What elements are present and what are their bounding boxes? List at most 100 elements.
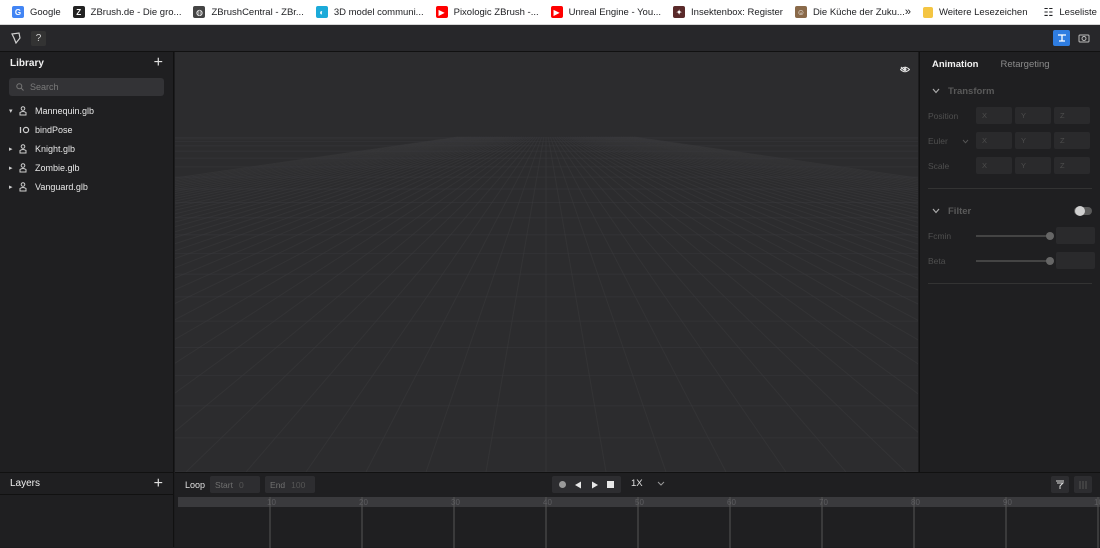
filter-slider[interactable] xyxy=(976,256,1054,265)
folder-icon xyxy=(922,6,933,18)
reading-list-button[interactable]: ☷ Leseliste xyxy=(1044,6,1097,19)
globe-icon: ◍ xyxy=(193,6,206,18)
library-item[interactable]: ▾ Mannequin.glb xyxy=(0,102,173,121)
bookmark-item[interactable]: ✦ Insektenbox: Register xyxy=(673,6,783,18)
axis-input[interactable]: Y xyxy=(1015,157,1051,174)
axis-input[interactable]: X xyxy=(976,157,1012,174)
youtube-icon: ▶ xyxy=(550,6,563,18)
bookmark-item[interactable]: ☺ Die Küche der Zuku... xyxy=(794,6,905,18)
filter-row: Beta xyxy=(920,248,1100,273)
bookmark-item[interactable]: G Google xyxy=(12,6,61,18)
chevron-down-icon xyxy=(932,208,940,214)
library-item[interactable]: bindPose xyxy=(0,121,173,140)
expand-caret-icon[interactable]: ▸ xyxy=(9,183,19,191)
sketchfab-icon: ◐ xyxy=(315,6,328,18)
bookmark-item[interactable]: Z ZBrush.de - Die gro... xyxy=(72,6,181,18)
ruler-tick-label: 60 xyxy=(727,498,736,507)
timeline-settings-button[interactable] xyxy=(1074,476,1092,493)
pose-icon xyxy=(19,126,31,134)
help-icon[interactable]: ? xyxy=(31,30,46,46)
bookmarks-right: » Weitere Lesezeichen ☷ Leseliste xyxy=(905,6,1100,19)
filter-title: Filter xyxy=(948,205,972,217)
app-toolbar: ? xyxy=(0,25,1100,52)
ruler-tick-label: 40 xyxy=(543,498,552,507)
other-bookmarks-button[interactable]: Weitere Lesezeichen xyxy=(922,6,1028,18)
play-button[interactable] xyxy=(591,481,599,489)
library-panel: Library + Search ▾ Mannequin.glb bindPose ▸… xyxy=(0,52,174,472)
start-frame-field[interactable]: Start 0 xyxy=(210,476,261,493)
stop-button[interactable] xyxy=(606,481,614,488)
axis-input[interactable]: Y xyxy=(1015,107,1051,124)
end-frame-field[interactable]: End 100 xyxy=(265,476,316,493)
library-item[interactable]: ▸ Zombie.glb xyxy=(0,158,173,177)
grid-line xyxy=(578,136,918,269)
start-value: 0 xyxy=(238,479,244,490)
bookmark-item[interactable]: ▶ Unreal Engine - You... xyxy=(550,6,662,18)
end-value: 100 xyxy=(291,479,306,490)
bookmark-label: Die Küche der Zuku... xyxy=(812,6,905,18)
record-button[interactable] xyxy=(559,481,567,488)
transform-section-header[interactable]: Transform xyxy=(920,79,1100,103)
keyframe-filter-button[interactable] xyxy=(1051,476,1069,493)
library-list: ▾ Mannequin.glb bindPose ▸ Knight.glb ▸ Zombie… xyxy=(0,102,173,196)
bookmark-label: Unreal Engine - You... xyxy=(568,6,662,18)
grid-line xyxy=(175,136,520,304)
bookmark-item[interactable]: ◍ ZBrushCentral - ZBr... xyxy=(193,6,304,18)
loop-toggle[interactable]: Loop xyxy=(185,480,205,490)
filter-slider[interactable] xyxy=(976,231,1054,240)
3d-viewport[interactable] xyxy=(175,52,918,472)
timeline-ruler[interactable]: 10 20 30 40 50 60 70 80 90 10 xyxy=(178,497,1100,548)
transport-controls xyxy=(552,476,621,493)
library-search-input[interactable]: Search xyxy=(9,78,164,96)
grid-line xyxy=(175,136,494,215)
library-item[interactable]: ▸ Vanguard.glb xyxy=(0,177,173,196)
property-label: Scale xyxy=(928,160,950,171)
axis-input[interactable]: X xyxy=(976,132,1012,149)
chevron-down-icon[interactable] xyxy=(962,136,969,146)
axis-input[interactable]: Z xyxy=(1054,157,1090,174)
speed-select[interactable]: 1X xyxy=(631,478,665,489)
filter-value-input[interactable] xyxy=(1056,227,1095,244)
camera-icon[interactable] xyxy=(1075,30,1092,46)
xyz-fields: XYZ xyxy=(976,157,1090,174)
grid-line xyxy=(561,136,918,433)
add-layer-button[interactable]: + xyxy=(154,475,163,492)
filter-rows: Fcmin Beta xyxy=(920,223,1100,273)
timeline-view-button[interactable] xyxy=(1053,30,1070,46)
transform-row-label: Euler xyxy=(928,136,976,146)
tab-retargeting[interactable]: Retargeting xyxy=(1000,59,1049,70)
google-icon: G xyxy=(12,6,24,18)
axis-input[interactable]: X xyxy=(976,107,1012,124)
add-library-item-button[interactable]: + xyxy=(154,55,163,71)
filter-value-input[interactable] xyxy=(1056,252,1095,269)
axis-input[interactable]: Y xyxy=(1015,132,1051,149)
axis-input[interactable]: Z xyxy=(1054,132,1090,149)
slider-handle[interactable] xyxy=(1046,256,1054,265)
timeline-panel: Loop Start 0 End 100 1X 10 20 30 40 50 6… xyxy=(175,472,1100,548)
expand-caret-icon[interactable]: ▸ xyxy=(9,145,19,153)
expand-caret-icon[interactable]: ▸ xyxy=(9,164,19,172)
layers-panel: Layers + xyxy=(0,472,174,547)
ruler-tick-label: 10 xyxy=(267,498,276,507)
bookmark-label: Google xyxy=(30,6,61,18)
slider-handle[interactable] xyxy=(1046,231,1054,240)
library-item[interactable]: ▸ Knight.glb xyxy=(0,140,173,159)
logo-icon[interactable] xyxy=(9,31,23,45)
filter-section-header[interactable]: Filter xyxy=(920,199,1100,223)
bookmarks-overflow-button[interactable]: » xyxy=(905,6,911,18)
tab-animation[interactable]: Animation xyxy=(932,59,978,70)
filter-toggle[interactable] xyxy=(1074,206,1092,216)
ruler-tick-label: 50 xyxy=(635,498,644,507)
library-header: Library + xyxy=(0,52,173,74)
expand-caret-icon[interactable]: ▾ xyxy=(9,107,19,115)
bookmark-item[interactable]: ◐ 3D model communi... xyxy=(315,6,424,18)
play-backward-button[interactable] xyxy=(574,481,582,489)
axis-input[interactable]: Z xyxy=(1054,107,1090,124)
bookmark-item[interactable]: ▶ Pixologic ZBrush -... xyxy=(435,6,539,18)
xyz-fields: XYZ xyxy=(976,132,1090,149)
inspector-panel: Animation Retargeting Transform Position… xyxy=(919,52,1100,472)
section-divider xyxy=(928,188,1092,189)
grid-line xyxy=(549,136,667,472)
grid-line xyxy=(175,136,505,238)
view-mode-switch xyxy=(1053,30,1100,46)
